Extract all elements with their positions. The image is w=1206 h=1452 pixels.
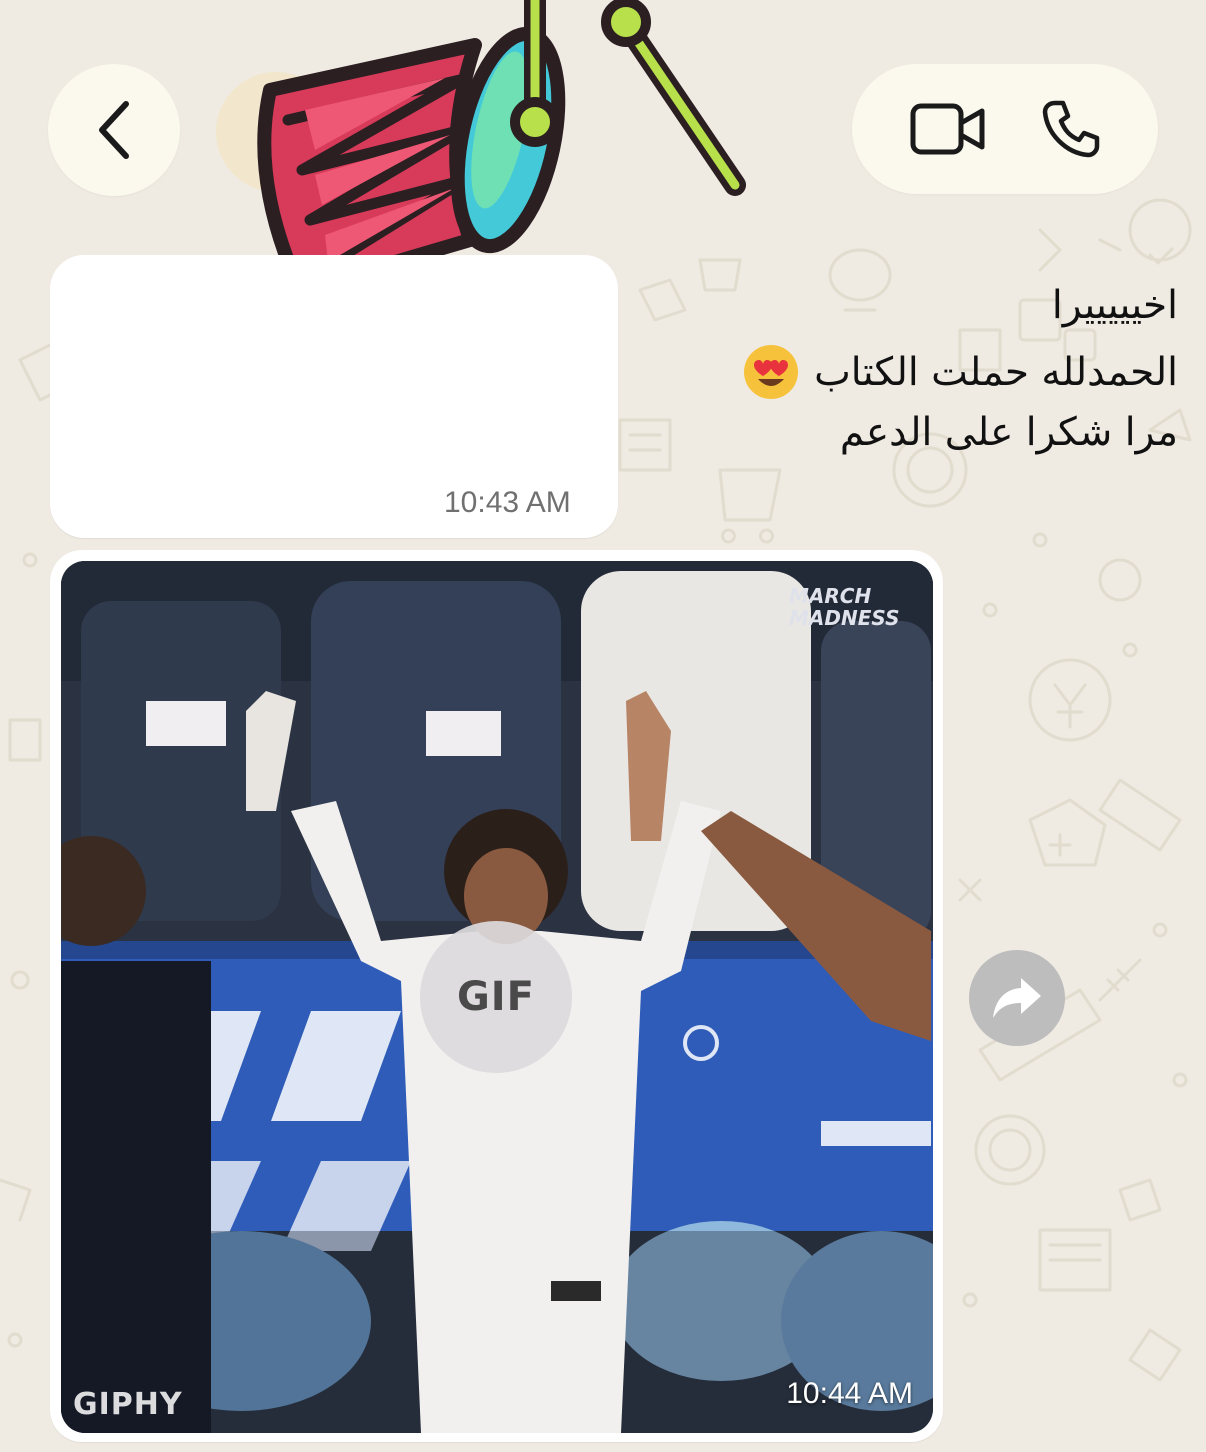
logo-line: MARCH <box>789 584 872 608</box>
giphy-attribution: GIPHY <box>73 1387 183 1422</box>
contact-avatar[interactable] <box>216 72 336 192</box>
message-timestamp: 10:44 AM <box>786 1377 913 1410</box>
message-line: اخيييييرا <box>1051 283 1178 328</box>
message-timestamp: 10:43 AM <box>444 486 571 519</box>
chevron-left-icon <box>99 101 129 159</box>
back-button[interactable] <box>48 64 180 196</box>
video-call-button[interactable] <box>910 103 986 155</box>
march-madness-logo: MARCH MADNESS <box>789 585 899 629</box>
message-line: مرا شكرا على الدعم <box>839 410 1178 455</box>
message-line: الحمدلله حملت الكتاب <box>814 349 1178 395</box>
call-actions <box>852 64 1158 194</box>
video-camera-icon <box>910 103 984 155</box>
forward-button[interactable] <box>969 950 1065 1046</box>
gif-play-badge[interactable]: GIF <box>420 921 572 1073</box>
phone-icon <box>1042 100 1099 158</box>
message-line-with-emoji: الحمدلله حملت الكتاب <box>742 343 1178 401</box>
voice-call-button[interactable] <box>1041 99 1101 159</box>
logo-line: MADNESS <box>789 606 900 630</box>
forward-arrow-icon <box>993 978 1041 1018</box>
gif-player[interactable]: MARCH MADNESS GIF GIPHY 10:44 AM <box>61 561 933 1433</box>
heart-eyes-emoji <box>744 345 799 399</box>
